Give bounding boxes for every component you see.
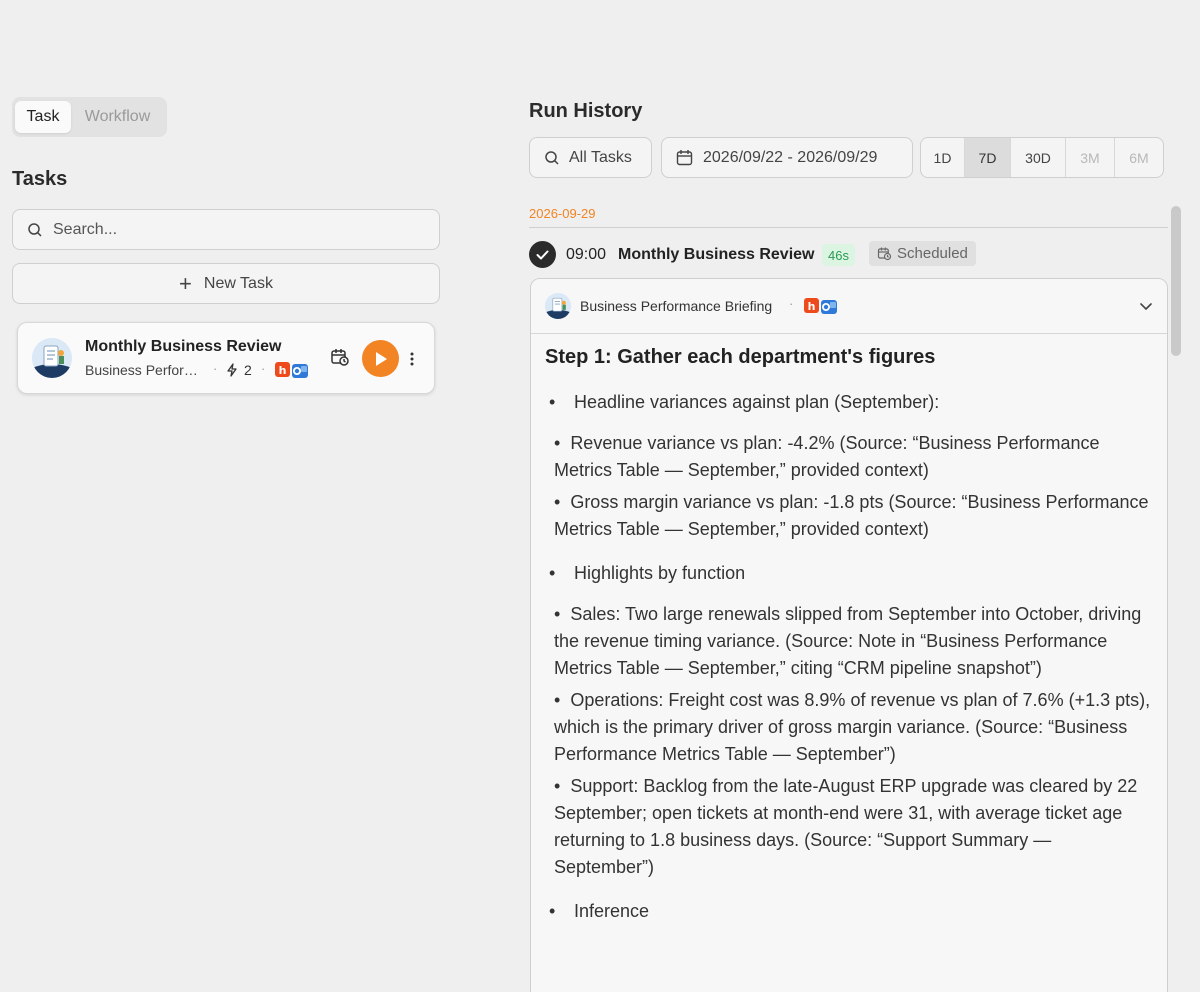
task-search (12, 209, 440, 250)
range-7d[interactable]: 7D (965, 138, 1011, 177)
separator-dot: · (213, 361, 218, 376)
task-subtitle: Business Performance Briefing (85, 362, 205, 378)
svg-text:h: h (808, 300, 816, 313)
run-now-button[interactable] (362, 340, 399, 377)
calendar-clock-icon (877, 247, 892, 261)
search-icon (28, 222, 42, 237)
result-header[interactable]: Business Performance Briefing · h (531, 279, 1167, 334)
list-item: • Sales: Two large renewals slipped from … (554, 604, 1142, 678)
bolt-icon (227, 363, 237, 377)
list-item: • Support: Backlog from the late-August E… (554, 776, 1138, 877)
all-tasks-label: All Tasks (569, 148, 632, 166)
tab-workflow[interactable]: Workflow (71, 101, 164, 133)
search-input[interactable] (53, 220, 413, 239)
result-content: Step 1: Gather each department's figures… (531, 334, 1167, 925)
date-range-label: 2026/09/22 - 2026/09/29 (703, 148, 878, 166)
new-task-label: New Task (203, 274, 273, 292)
task-avatar (32, 338, 72, 378)
run-status-label: Scheduled (897, 245, 968, 262)
separator-dot: · (789, 296, 794, 311)
date-range-picker[interactable]: 2026/09/22 - 2026/09/29 (661, 137, 913, 178)
task-title: Monthly Business Review (85, 338, 282, 355)
section-heading: Headline variances against plan (Septemb… (545, 389, 1153, 416)
run-time: 09:00 (566, 246, 607, 263)
list-item: • Gross margin variance vs plan: -1.8 pts… (554, 492, 1149, 539)
list-item: • Revenue variance vs plan: -4.2% (Source… (554, 433, 1100, 480)
calendar-icon (676, 150, 693, 166)
search-icon (545, 150, 559, 165)
range-30d[interactable]: 30D (1011, 138, 1066, 177)
svg-text:h: h (279, 364, 287, 377)
new-task-button[interactable]: + New Task (12, 263, 440, 304)
tab-task[interactable]: Task (15, 101, 71, 133)
tasks-heading: Tasks (12, 168, 68, 190)
play-icon (375, 351, 387, 366)
run-status-badge: Scheduled (869, 241, 976, 266)
schedule-icon[interactable] (330, 347, 350, 367)
run-result-panel: Business Performance Briefing · h Step 1… (530, 278, 1168, 992)
scrollbar-thumb[interactable] (1171, 206, 1181, 356)
chevron-down-icon[interactable] (1139, 299, 1153, 313)
range-1d[interactable]: 1D (921, 138, 965, 177)
section-heading: Inference (545, 898, 1153, 925)
connected-apps-icon: h (275, 362, 308, 378)
check-icon (536, 250, 549, 259)
run-count: 2 (244, 362, 252, 378)
run-group-date: 2026-09-29 (529, 206, 596, 221)
range-3m[interactable]: 3M (1066, 138, 1115, 177)
more-options-button[interactable] (403, 347, 421, 371)
run-task-name: Monthly Business Review (618, 246, 815, 263)
range-6m[interactable]: 6M (1115, 138, 1163, 177)
run-duration-badge: 46s (822, 244, 855, 266)
divider (529, 227, 1168, 228)
connected-apps-icon: h (804, 298, 837, 314)
run-success-indicator (529, 241, 556, 268)
task-card[interactable]: Monthly Business Review Business Perform… (17, 322, 435, 394)
more-vertical-icon (410, 352, 414, 366)
run-history-title: Run History (529, 100, 643, 122)
plus-icon: + (179, 270, 192, 296)
step-title: Step 1: Gather each department's figures (545, 346, 936, 368)
list-item: • Operations: Freight cost was 8.9% of re… (554, 690, 1151, 764)
all-tasks-filter[interactable]: All Tasks (529, 137, 652, 178)
result-avatar (545, 293, 571, 319)
time-range-selector: 1D 7D 30D 3M 6M (920, 137, 1164, 178)
separator-dot: · (261, 361, 266, 376)
section-heading: Highlights by function (545, 560, 1153, 587)
task-workflow-toggle: Task Workflow (12, 97, 167, 137)
result-title: Business Performance Briefing (580, 298, 773, 314)
